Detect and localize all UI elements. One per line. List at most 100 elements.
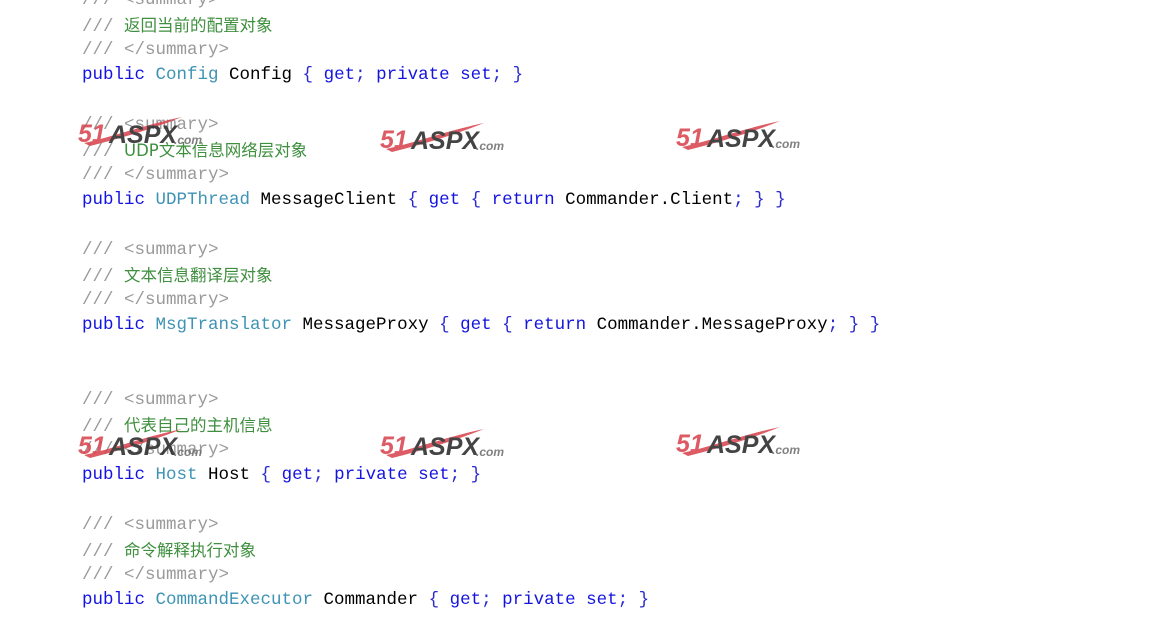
code-token-cmt-zh: 代表自己的主机信息	[124, 416, 273, 435]
code-line: /// UDP文本信息网络层对象	[82, 138, 880, 163]
code-token-typ: CommandExecutor	[155, 590, 314, 610]
code-token-typ: Config	[155, 65, 219, 85]
code-token-pun: ; }	[491, 65, 524, 85]
code-token-pun: {	[460, 190, 492, 210]
code-token-cmt: ///	[82, 290, 125, 310]
code-token-pun: ; }	[617, 590, 650, 610]
code-line: /// </summary>	[82, 288, 880, 313]
code-token-typ: MsgTranslator	[155, 315, 293, 335]
code-token-cmt: ///	[82, 390, 125, 410]
code-line: public Config Config { get; private set;…	[82, 63, 880, 88]
code-token-cmt-zh: UDP文本信息网络层对象	[124, 141, 308, 160]
code-viewer[interactable]: /// <summary>/// 返回当前的配置对象/// </summary>…	[0, 0, 1172, 639]
code-token-pun: ; }	[449, 465, 482, 485]
code-token-id: MessageClient	[250, 190, 408, 210]
code-token-pun: {	[260, 465, 282, 485]
code-token-cmt: ///	[82, 240, 125, 260]
code-token-pun: {	[302, 65, 324, 85]
code-token-cmt: ///	[82, 142, 125, 162]
code-token-cmt: <summary>	[124, 390, 219, 410]
code-token-kw: return	[523, 315, 587, 335]
code-token-id: Commander.Client	[554, 190, 734, 210]
code-token-pun: {	[428, 590, 450, 610]
code-token-cmt: ///	[82, 165, 125, 185]
code-token-kw: private set	[376, 65, 492, 85]
code-token-pun: ;	[313, 465, 335, 485]
code-line: /// 代表自己的主机信息	[82, 413, 880, 438]
code-token-cmt: <summary>	[124, 0, 219, 10]
code-line: /// </summary>	[82, 438, 880, 463]
code-token-cmt: <summary>	[124, 515, 219, 535]
code-token-cmt: </summary>	[124, 165, 230, 185]
code-token-cmt: ///	[82, 40, 125, 60]
code-token-kw: public	[82, 465, 156, 485]
code-token-kw: get	[449, 590, 482, 610]
code-line: /// </summary>	[82, 38, 880, 63]
code-token-cmt: </summary>	[124, 440, 230, 460]
code-token-cmt: </summary>	[124, 290, 230, 310]
code-token-kw: get	[323, 65, 356, 85]
code-line: /// <summary>	[82, 513, 880, 538]
code-token-pun: {	[439, 315, 461, 335]
code-line: public CommandExecutor Commander { get ; …	[82, 588, 880, 613]
code-token-cmt: </summary>	[124, 40, 230, 60]
code-token-kw: public	[82, 190, 156, 210]
code-token-cmt: ///	[82, 515, 125, 535]
code-token-pun: ; } }	[827, 315, 881, 335]
code-line: public UDPThread MessageClient { get { r…	[82, 188, 880, 213]
code-token-pun: ; } }	[733, 190, 786, 210]
code-token-id: Config	[218, 65, 303, 85]
code-token-kw: get	[281, 465, 314, 485]
code-line: /// <summary>	[82, 388, 880, 413]
code-line: /// 返回当前的配置对象	[82, 13, 880, 38]
code-token-kw: public	[82, 65, 156, 85]
code-token-pun: {	[491, 315, 524, 335]
code-token-id: MessageProxy	[292, 315, 440, 335]
code-token-id: Host	[197, 465, 261, 485]
code-line: public MsgTranslator MessageProxy { get …	[82, 313, 880, 338]
code-token-cmt: </summary>	[124, 565, 230, 585]
code-token-cmt: ///	[82, 267, 125, 287]
code-token-kw: private set	[334, 465, 450, 485]
code-token-kw: return	[491, 190, 555, 210]
code-token-typ: UDPThread	[155, 190, 251, 210]
code-line: /// 文本信息翻译层对象	[82, 263, 880, 288]
code-line: public Host Host { get; private set; }	[82, 463, 880, 488]
code-line: /// </summary>	[82, 563, 880, 588]
code-token-cmt: ///	[82, 17, 125, 37]
code-line: /// </summary>	[82, 163, 880, 188]
code-token-pun: {	[407, 190, 429, 210]
code-token-kw: public	[82, 590, 156, 610]
code-token-cmt-zh: 命令解释执行对象	[124, 541, 257, 560]
code-line: /// <summary>	[82, 113, 880, 138]
code-token-cmt: ///	[82, 565, 125, 585]
code-listing: /// <summary>/// 返回当前的配置对象/// </summary>…	[82, 0, 880, 639]
code-token-cmt: <summary>	[124, 115, 219, 135]
code-token-typ: Host	[155, 465, 198, 485]
code-token-cmt: <summary>	[124, 240, 219, 260]
code-token-id: Commander.MessageProxy	[586, 315, 828, 335]
code-line: /// <summary>	[82, 238, 880, 263]
code-token-cmt: ///	[82, 417, 125, 437]
code-token-id: Commander	[313, 590, 429, 610]
code-token-kw: public	[82, 315, 156, 335]
code-token-kw: get	[428, 190, 461, 210]
code-token-pun: ;	[355, 65, 377, 85]
code-line: /// 命令解释执行对象	[82, 538, 880, 563]
code-token-cmt-zh: 返回当前的配置对象	[124, 16, 273, 35]
code-token-cmt: ///	[82, 542, 125, 562]
code-token-kw: private set	[502, 590, 618, 610]
code-token-cmt-zh: 文本信息翻译层对象	[124, 266, 273, 285]
code-line: /// <summary>	[82, 0, 880, 13]
code-token-cmt: ///	[82, 440, 125, 460]
code-token-kw: get	[460, 315, 492, 335]
code-token-cmt: ///	[82, 115, 125, 135]
code-token-cmt: ///	[82, 0, 125, 10]
code-token-pun: ;	[481, 590, 503, 610]
